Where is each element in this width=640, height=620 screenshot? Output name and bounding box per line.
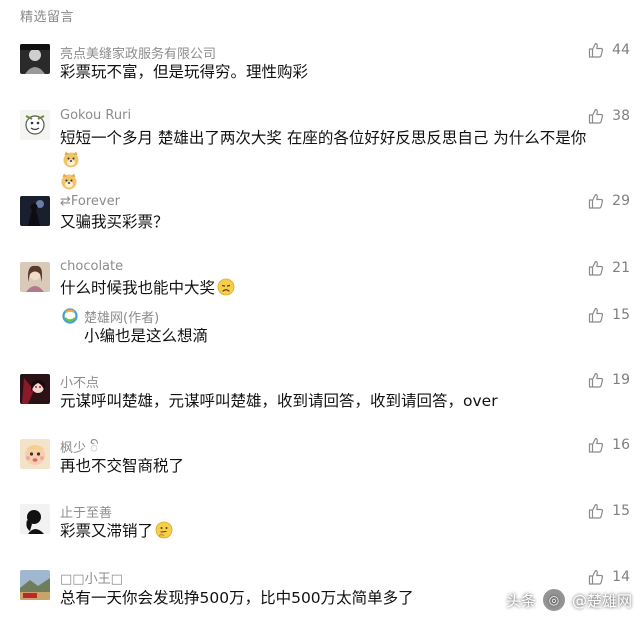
watermark-handle: @楚雄网 xyxy=(571,591,632,610)
reply-text: 小编也是这么想滴 xyxy=(84,327,209,345)
comment-text: 彩票玩不富，但是玩得穷。理性购彩 xyxy=(60,63,309,81)
like-count: 29 xyxy=(612,193,630,209)
like-button[interactable]: 16 xyxy=(588,435,630,455)
like-button[interactable]: 29 xyxy=(588,191,630,211)
thumbs-up-icon xyxy=(589,437,604,453)
chuxiong-logo-icon xyxy=(62,308,78,324)
like-button[interactable]: 19 xyxy=(588,370,630,390)
thumbs-up-icon xyxy=(589,372,604,388)
avatar[interactable] xyxy=(20,570,50,600)
like-count: 14 xyxy=(612,569,630,585)
comment-author[interactable]: 亮点美缝家政服务有限公司 xyxy=(60,43,216,62)
comment-text: 元谋呼叫楚雄，元谋呼叫楚雄，收到请回答，收到请回答，over xyxy=(60,392,498,410)
like-button[interactable]: 15 xyxy=(588,501,630,521)
thumbs-up-icon xyxy=(589,569,604,585)
comment-author[interactable]: ⇄Forever xyxy=(60,194,120,209)
frown-emoji-icon xyxy=(217,278,235,296)
like-button[interactable]: 44 xyxy=(588,40,630,60)
doge-emoji-icon xyxy=(62,150,80,168)
avatar[interactable] xyxy=(20,374,50,404)
thumbs-up-icon xyxy=(589,193,604,209)
like-button[interactable]: 15 xyxy=(588,305,630,325)
thumbs-up-icon xyxy=(589,42,604,58)
like-button[interactable]: 14 xyxy=(588,567,630,587)
comment-text: 什么时候我也能中大奖 xyxy=(60,277,590,299)
avatar[interactable] xyxy=(20,196,50,226)
avatar[interactable] xyxy=(20,504,50,534)
watermark: 头条 ◎ @楚雄网 xyxy=(506,588,632,612)
comment-text: 又骗我买彩票？ xyxy=(60,213,169,231)
comment-text-content: 短短一个多月 楚雄出了两次大奖 在座的各位好好反思反思自己 为什么不是你 xyxy=(60,129,587,147)
like-count: 15 xyxy=(612,503,630,519)
avatar[interactable] xyxy=(20,110,50,140)
like-button[interactable]: 21 xyxy=(588,258,630,278)
comment-author[interactable]: chocolate xyxy=(60,259,123,274)
comment-text: 彩票又滞销了 xyxy=(60,520,590,542)
watermark-prefix: 头条 xyxy=(505,591,536,610)
comment-text: 再也不交智商税了 xyxy=(60,457,185,475)
like-count: 19 xyxy=(612,372,630,388)
section-title: 精选留言 xyxy=(20,10,75,25)
comment-text-content: 什么时候我也能中大奖 xyxy=(60,279,216,297)
like-count: 38 xyxy=(612,108,630,124)
avatar[interactable] xyxy=(20,44,50,74)
comment-author[interactable]: 小不点 xyxy=(60,372,99,391)
comment-text: 短短一个多月 楚雄出了两次大奖 在座的各位好好反思反思自己 为什么不是你 xyxy=(60,127,590,193)
comment-author[interactable]: □□小王□ xyxy=(60,568,123,587)
thumbs-up-icon xyxy=(589,307,604,323)
thumbs-up-icon xyxy=(589,503,604,519)
like-count: 21 xyxy=(612,260,630,276)
like-button[interactable]: 38 xyxy=(588,106,630,126)
comment-text-content: 彩票又滞销了 xyxy=(60,522,154,540)
thinking-emoji-icon xyxy=(155,521,173,539)
doge-emoji-icon xyxy=(60,172,78,190)
comment-author[interactable]: Gokou Ruri xyxy=(60,108,131,123)
avatar[interactable] xyxy=(20,262,50,292)
like-count: 15 xyxy=(612,307,630,323)
like-count: 44 xyxy=(612,42,630,58)
thumbs-up-icon xyxy=(589,108,604,124)
thumbs-up-icon xyxy=(589,260,604,276)
like-count: 16 xyxy=(612,437,630,453)
reply-author[interactable]: 楚雄网(作者) xyxy=(84,307,159,326)
comment-author[interactable]: 止于至善 xyxy=(60,502,112,521)
avatar[interactable] xyxy=(20,439,50,469)
watermark-logo-icon: ◎ xyxy=(541,588,566,612)
